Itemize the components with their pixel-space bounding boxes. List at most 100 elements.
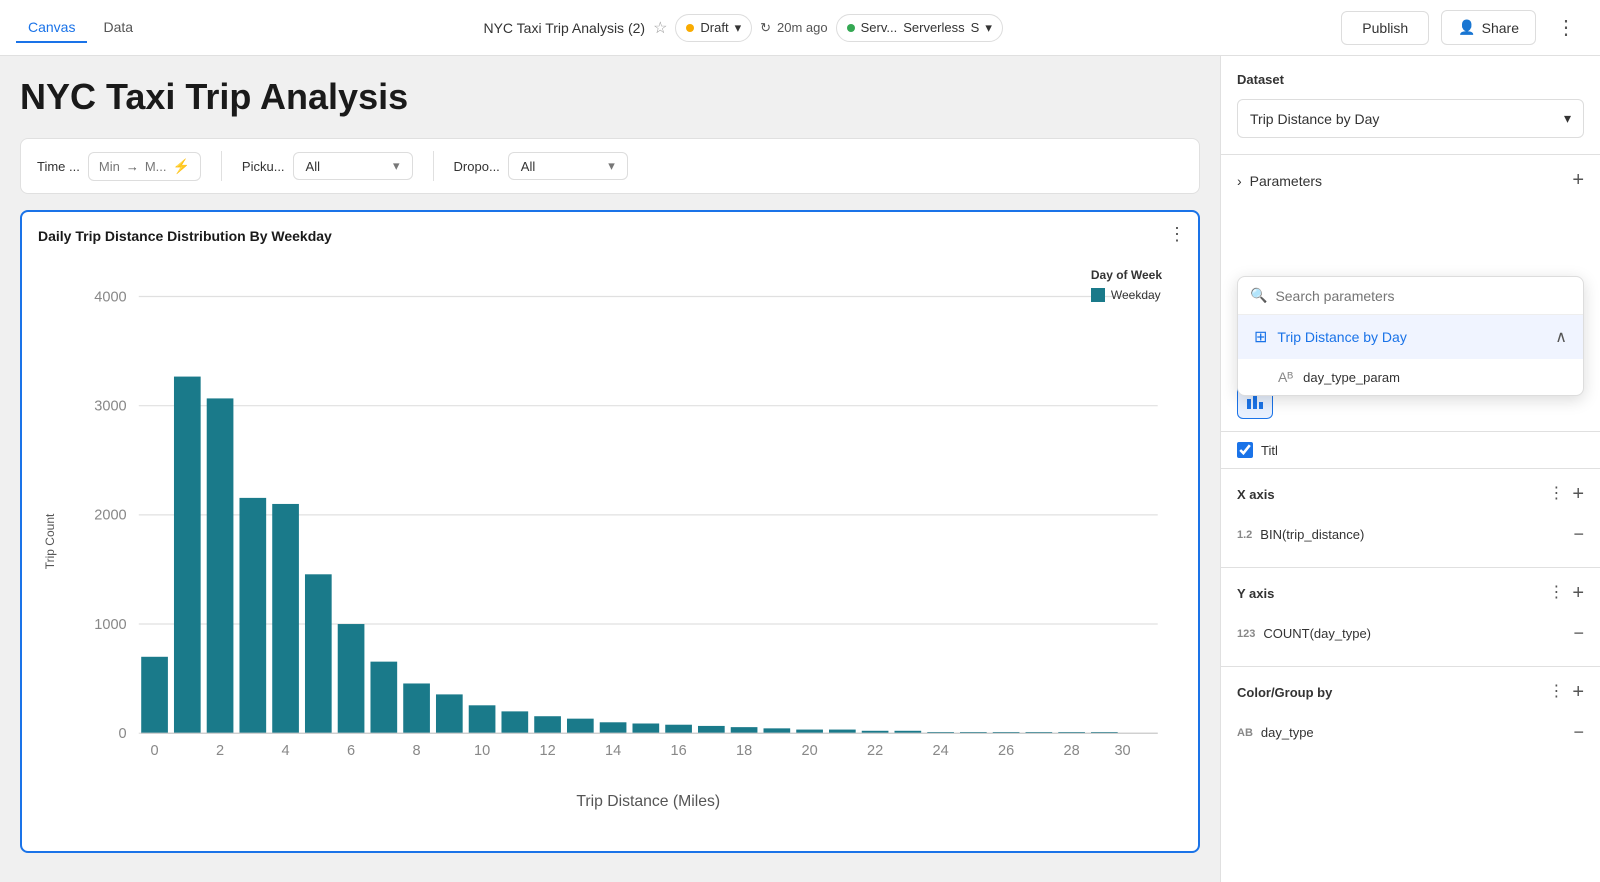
params-collapse-icon[interactable]: ∧: [1555, 327, 1567, 347]
color-group-remove-icon[interactable]: −: [1573, 722, 1584, 743]
bar-12: [534, 716, 561, 733]
draft-label: Draft: [700, 20, 728, 35]
x-axis-more-icon[interactable]: ⋮: [1548, 483, 1564, 506]
bar-0: [141, 657, 168, 733]
filter-divider-2: [433, 151, 434, 181]
main-layout: NYC Taxi Trip Analysis Time ... Min → M.…: [0, 56, 1600, 882]
bar-4: [272, 504, 299, 733]
legend-color-weekday: [1091, 288, 1105, 302]
time-filter: Time ... Min → M... ⚡: [37, 152, 201, 181]
parameters-add-icon[interactable]: +: [1572, 169, 1584, 192]
svg-text:0: 0: [151, 743, 159, 759]
time-filter-label: Time ...: [37, 159, 80, 174]
bar-13: [567, 719, 594, 734]
chart-options-icon[interactable]: ⋮: [1168, 224, 1186, 245]
x-axis-remove-icon[interactable]: −: [1573, 524, 1584, 545]
top-nav: Canvas Data NYC Taxi Trip Analysis (2) ☆…: [0, 0, 1600, 56]
pickup-value: All: [306, 159, 320, 174]
x-axis-item: 1.2 BIN(trip_distance) −: [1237, 516, 1584, 553]
pickup-filter-select[interactable]: All ▾: [293, 152, 413, 180]
page-title: NYC Taxi Trip Analysis: [20, 76, 1200, 118]
table-icon: ⊞: [1254, 327, 1267, 347]
svg-text:1000: 1000: [94, 617, 126, 633]
color-group-item: AB day_type −: [1237, 714, 1584, 751]
svg-text:16: 16: [670, 743, 686, 759]
share-button[interactable]: 👤 Share: [1441, 10, 1536, 45]
color-group-add-icon[interactable]: +: [1572, 681, 1584, 704]
y-axis-header: Y axis ⋮ +: [1237, 582, 1584, 605]
bar-7: [370, 662, 397, 734]
more-options-icon[interactable]: ⋮: [1548, 11, 1584, 44]
x-axis-add-icon[interactable]: +: [1572, 483, 1584, 506]
server-badge[interactable]: Serv... Serverless S ▾: [836, 14, 1003, 42]
legend-title: Day of Week: [1091, 268, 1162, 282]
dropoff-filter-select[interactable]: All ▾: [508, 152, 628, 180]
arrow-icon: →: [126, 159, 139, 174]
draft-chevron-icon: ▾: [735, 20, 742, 36]
chart-inner: Day of Week Weekday: [66, 248, 1182, 835]
text-type-icon: Aᴮ: [1278, 369, 1293, 385]
params-item-left: ⊞ Trip Distance by Day: [1254, 327, 1407, 347]
parameters-header: › Parameters +: [1221, 155, 1600, 206]
draft-dot: [686, 24, 694, 32]
star-icon[interactable]: ☆: [653, 18, 667, 38]
canvas-area: NYC Taxi Trip Analysis Time ... Min → M.…: [0, 56, 1220, 882]
search-icon: 🔍: [1250, 287, 1267, 304]
params-sub-item[interactable]: Aᴮ day_type_param: [1238, 359, 1583, 395]
bar-18: [731, 727, 758, 733]
dataset-dropdown[interactable]: Trip Distance by Day ▾: [1237, 99, 1584, 138]
time-filter-min[interactable]: Min → M... ⚡: [88, 152, 201, 181]
parameters-toggle[interactable]: › Parameters: [1237, 173, 1322, 189]
x-axis-item-label: BIN(trip_distance): [1260, 527, 1364, 542]
params-dropdown-item[interactable]: ⊞ Trip Distance by Day ∧: [1238, 315, 1583, 359]
bolt-icon: ⚡: [172, 158, 189, 175]
filter-divider-1: [221, 151, 222, 181]
parameters-search-input[interactable]: [1275, 288, 1571, 304]
title-checkbox[interactable]: [1237, 442, 1253, 458]
y-axis-remove-icon[interactable]: −: [1573, 623, 1584, 644]
color-group-more-icon[interactable]: ⋮: [1548, 681, 1564, 704]
svg-text:12: 12: [539, 743, 555, 759]
color-group-item-label: day_type: [1261, 725, 1314, 740]
bar-8: [403, 683, 430, 733]
time-badge: ↻ 20m ago: [760, 20, 828, 36]
x-axis-actions: ⋮ +: [1548, 483, 1584, 506]
server-short-label: S: [971, 20, 980, 35]
x-axis-item-left: 1.2 BIN(trip_distance): [1237, 527, 1364, 542]
server-label: Serv...: [861, 20, 898, 35]
color-group-section: Color/Group by ⋮ + AB day_type −: [1221, 667, 1600, 765]
title-checkbox-label: Titl: [1261, 443, 1278, 458]
y-axis-more-icon[interactable]: ⋮: [1548, 582, 1564, 605]
document-title-area: NYC Taxi Trip Analysis (2) ☆ Draft ▾ ↻ 2…: [157, 14, 1329, 42]
time-label: 20m ago: [777, 20, 828, 35]
svg-text:4: 4: [282, 743, 290, 759]
bar-15: [632, 724, 659, 734]
time-min-label: Min: [99, 159, 120, 174]
svg-text:0: 0: [119, 726, 127, 742]
y-axis-add-icon[interactable]: +: [1572, 582, 1584, 605]
draft-badge[interactable]: Draft ▾: [675, 14, 752, 42]
parameters-chevron-icon: ›: [1237, 173, 1242, 189]
color-group-actions: ⋮ +: [1548, 681, 1584, 704]
parameters-label: Parameters: [1250, 173, 1322, 189]
chart-card: Daily Trip Distance Distribution By Week…: [20, 210, 1200, 853]
svg-text:2: 2: [216, 743, 224, 759]
dropoff-chevron-icon: ▾: [608, 158, 615, 174]
server-chevron-icon: ▾: [985, 20, 992, 36]
share-label: Share: [1482, 20, 1519, 36]
bar-10: [469, 705, 496, 733]
nav-tabs: Canvas Data: [16, 13, 145, 43]
svg-text:20: 20: [801, 743, 817, 759]
filter-row: Time ... Min → M... ⚡ Picku... All ▾: [20, 138, 1200, 194]
tab-canvas[interactable]: Canvas: [16, 13, 87, 43]
pickup-filter: Picku... All ▾: [242, 152, 413, 180]
dataset-section-header: Dataset: [1237, 72, 1584, 87]
bar-3: [239, 498, 266, 733]
pickup-chevron-icon: ▾: [393, 158, 400, 174]
x-axis-type-badge: 1.2: [1237, 529, 1252, 541]
y-axis-actions: ⋮ +: [1548, 582, 1584, 605]
legend-item-weekday: Weekday: [1091, 288, 1162, 302]
publish-button[interactable]: Publish: [1341, 11, 1429, 45]
bar-14: [600, 722, 627, 733]
tab-data[interactable]: Data: [91, 13, 145, 43]
